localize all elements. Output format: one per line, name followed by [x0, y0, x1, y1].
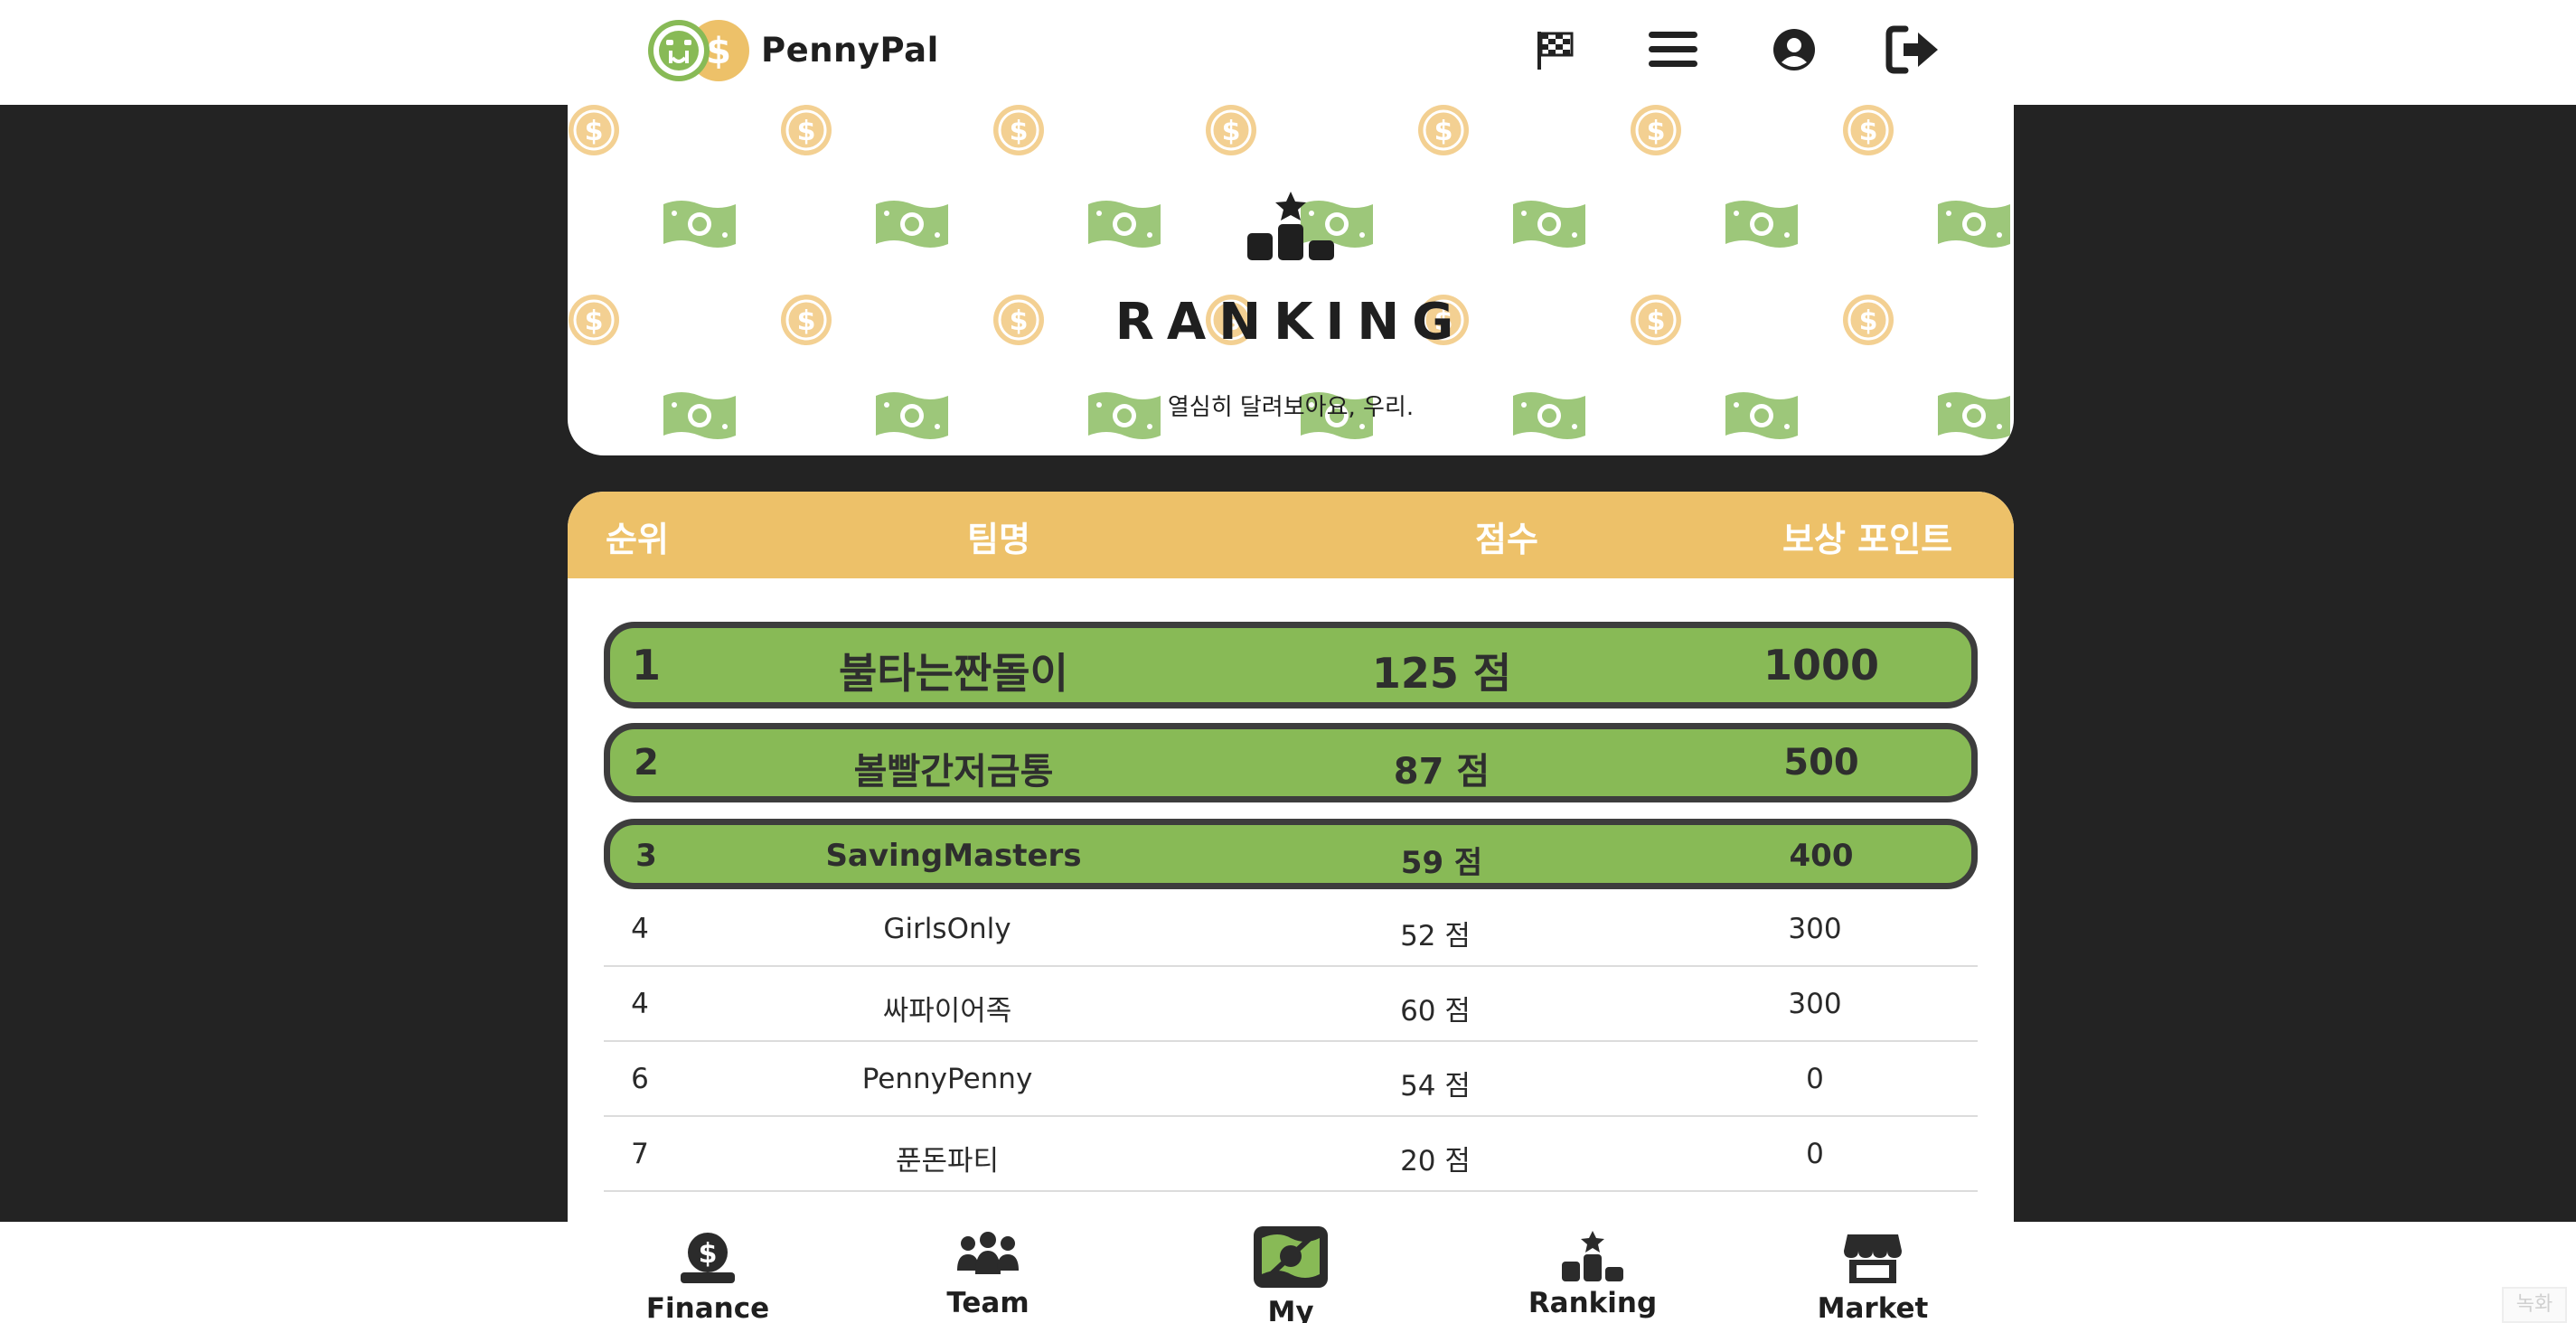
team-cell: GirlsOnly — [883, 913, 1011, 945]
recording-watermark: 녹화 — [2502, 1287, 2567, 1323]
score-cell: 52 점 — [1400, 920, 1471, 952]
brand-name: PennyPal — [761, 31, 939, 70]
header-score: 점수 — [1475, 520, 1538, 559]
header-team: 팀명 — [967, 520, 1030, 559]
table-row[interactable]: 6 PennyPenny 54 점 0 — [604, 1043, 1978, 1117]
spending-icon — [1251, 1224, 1330, 1294]
nav-label: My Spending — [1267, 1296, 1314, 1323]
score-cell: 125 점 — [1371, 649, 1512, 698]
top-navbar: $ PennyPal — [0, 0, 2576, 105]
money-bag-icon: $ — [679, 1231, 737, 1289]
team-cell: SavingMasters — [825, 838, 1082, 874]
score-cell: 20 점 — [1400, 1145, 1471, 1178]
nav-ranking[interactable]: Ranking — [1493, 1227, 1692, 1321]
reward-cell: 500 — [1783, 742, 1859, 783]
reward-cell: 1000 — [1763, 641, 1880, 690]
page-title: RANKING — [1114, 293, 1467, 352]
podium-icon — [1246, 192, 1336, 266]
table-row[interactable]: 7 푼돈파티 20 점 0 — [604, 1118, 1978, 1192]
table-row-top1[interactable]: 1 불타는짠돌이 125 점 1000 — [604, 622, 1978, 708]
rank-cell: 1 — [631, 641, 661, 690]
user-circle-icon[interactable] — [1766, 22, 1822, 78]
score-cell: 54 점 — [1400, 1070, 1471, 1102]
nav-finance[interactable]: $ Finance — [608, 1227, 807, 1323]
hamburger-menu-icon[interactable] — [1645, 22, 1701, 78]
score-cell: 59 점 — [1400, 845, 1483, 881]
nav-label: Market — [1817, 1292, 1929, 1323]
store-icon — [1844, 1231, 1902, 1289]
rank-cell: 7 — [631, 1138, 649, 1170]
nav-label: Ranking — [1528, 1287, 1658, 1319]
team-cell: 불타는짠돌이 — [839, 649, 1068, 698]
rank-cell: 2 — [634, 742, 659, 783]
nav-market[interactable]: Market — [1773, 1227, 1972, 1323]
pennypal-logo-icon[interactable]: $ — [644, 18, 753, 83]
header-reward: 보상 포인트 — [1782, 520, 1953, 559]
bottom-navbar: $ Finance Team My Ranking Market — [0, 1222, 2576, 1323]
table-row-top3[interactable]: 3 SavingMasters 59 점 400 — [604, 819, 1978, 889]
score-cell: 87 점 — [1393, 751, 1490, 793]
reward-cell: 300 — [1788, 913, 1842, 945]
team-cell: 볼빨간저금통 — [853, 751, 1054, 793]
logout-icon[interactable] — [1885, 22, 1941, 78]
nav-label: Team — [946, 1287, 1029, 1319]
ranking-table: 순위 팀명 점수 보상 포인트 1 불타는짠돌이 125 점 1000 2 볼빨… — [568, 492, 2014, 1269]
score-cell: 60 점 — [1400, 995, 1471, 1027]
header-rank: 순위 — [606, 520, 669, 559]
svg-text:$: $ — [699, 1238, 718, 1270]
team-cell: PennyPenny — [861, 1063, 1033, 1095]
rank-cell: 4 — [631, 988, 649, 1020]
rank-cell: 3 — [635, 838, 657, 874]
ranking-hero-banner: $ RANKING — [568, 105, 2014, 455]
podium-icon — [1561, 1231, 1624, 1287]
reward-cell: 300 — [1788, 988, 1842, 1020]
page-subtitle: 열심히 달려보아요, 우리. — [1167, 394, 1415, 421]
reward-cell: 0 — [1806, 1138, 1824, 1170]
team-cell: 푼돈파티 — [895, 1145, 1000, 1178]
nav-team[interactable]: Team — [888, 1227, 1087, 1321]
checkered-flag-icon[interactable] — [1526, 22, 1582, 78]
nav-label: Finance — [645, 1292, 770, 1323]
team-cell: 싸파이어족 — [882, 995, 1012, 1027]
table-row-top2[interactable]: 2 볼빨간저금통 87 점 500 — [604, 723, 1978, 802]
reward-cell: 0 — [1806, 1063, 1824, 1095]
rank-cell: 6 — [631, 1063, 649, 1095]
rank-cell: 4 — [631, 913, 649, 945]
main-content: $ RANKING — [568, 105, 2014, 1269]
team-icon — [955, 1231, 1020, 1283]
reward-cell: 400 — [1789, 838, 1854, 874]
table-row[interactable]: 4 싸파이어족 60 점 300 — [604, 968, 1978, 1042]
nav-my-spending[interactable]: My Spending — [1191, 1224, 1390, 1323]
table-row[interactable]: 4 GirlsOnly 52 점 300 — [604, 893, 1978, 967]
svg-text:$: $ — [706, 31, 731, 72]
table-header: 순위 팀명 점수 보상 포인트 — [568, 492, 2014, 578]
